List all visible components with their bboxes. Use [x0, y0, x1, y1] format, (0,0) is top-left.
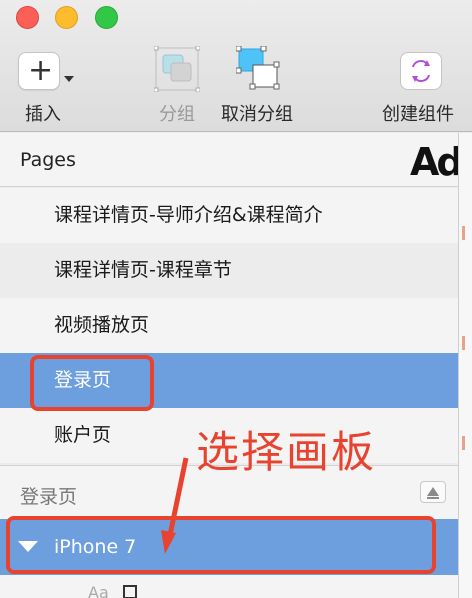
annotation-arrow-icon	[161, 457, 189, 554]
